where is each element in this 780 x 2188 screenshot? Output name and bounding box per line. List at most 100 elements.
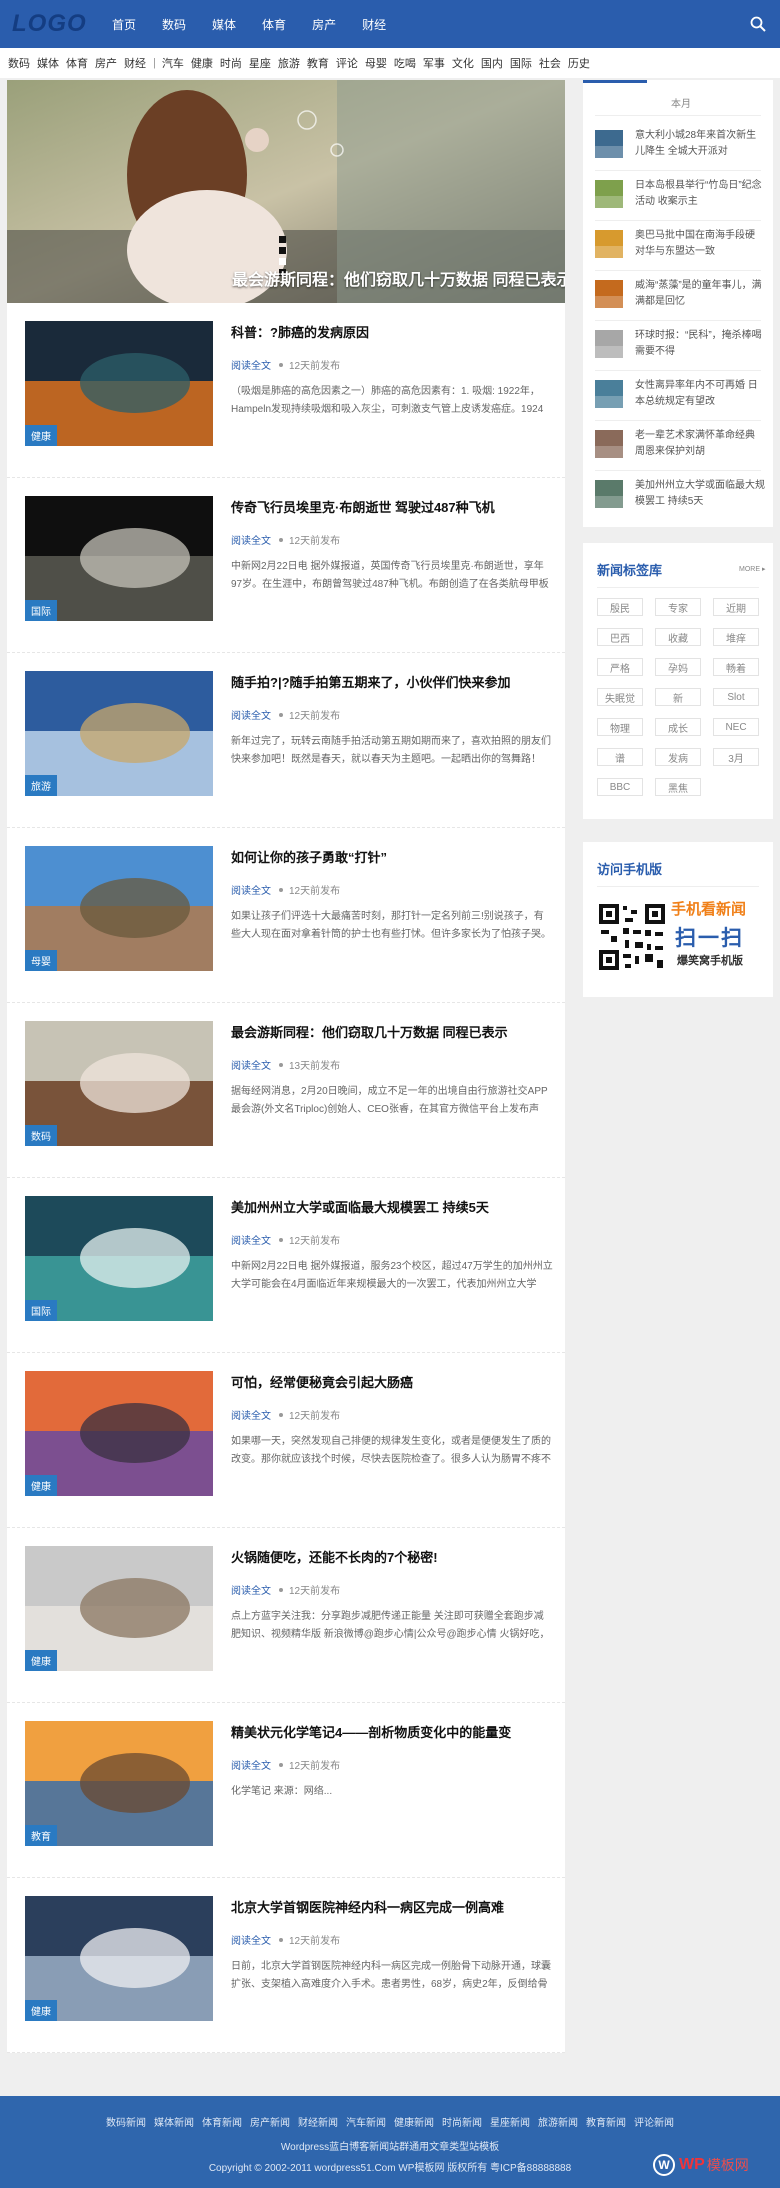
hot-item-title[interactable]: 日本岛根县举行“竹岛日”纪念活动 收案示主 — [635, 178, 765, 210]
hot-list-item[interactable]: 老一辈艺术家满怀革命经典 周恩来保护刘胡 — [595, 428, 765, 470]
subnav-link[interactable]: 汽车 — [162, 55, 184, 71]
more-link[interactable]: MORE ▸ — [739, 565, 765, 573]
tag-chip[interactable]: 谱 — [597, 748, 643, 766]
nav-digital[interactable]: 数码 — [162, 16, 186, 33]
tag-chip[interactable]: 成长 — [655, 718, 701, 736]
subnav-link[interactable]: 国际 — [510, 55, 532, 71]
article-title[interactable]: 最会游斯同程：他们窃取几十万数据 同程已表示 — [231, 1022, 551, 1041]
hot-item-thumbnail[interactable] — [595, 130, 623, 158]
nav-realestate[interactable]: 房产 — [312, 16, 336, 33]
hot-item-thumbnail[interactable] — [595, 280, 623, 308]
tag-chip[interactable]: 专家 — [655, 598, 701, 616]
article-title[interactable]: 随手拍?|?随手拍第五期来了，小伙伴们快来参加 — [231, 672, 551, 691]
article-thumbnail[interactable]: 国际 — [25, 1196, 213, 1321]
article-title[interactable]: 传奇飞行员埃里克·布朗逝世 驾驶过487种飞机 — [231, 497, 551, 516]
nav-media[interactable]: 媒体 — [212, 16, 236, 33]
hot-item-thumbnail[interactable] — [595, 180, 623, 208]
article-thumbnail[interactable]: 母婴 — [25, 846, 213, 971]
footer-link[interactable]: 媒体新闻 — [154, 2114, 194, 2129]
hot-list-item[interactable]: 威海“蒸藻”是的童年事儿，满满都是回忆 — [595, 278, 765, 320]
article-thumbnail[interactable]: 数码 — [25, 1021, 213, 1146]
tab-monthly[interactable]: 本月 — [671, 95, 691, 110]
article-title[interactable]: 可怕，经常便秘竟会引起大肠癌 — [231, 1372, 551, 1391]
read-more-link[interactable]: 阅读全文 — [231, 882, 271, 897]
hot-item-thumbnail[interactable] — [595, 430, 623, 458]
read-more-link[interactable]: 阅读全文 — [231, 1407, 271, 1422]
nav-home[interactable]: 首页 — [112, 16, 136, 33]
article-thumbnail[interactable]: 教育 — [25, 1721, 213, 1846]
nav-sports[interactable]: 体育 — [262, 16, 286, 33]
read-more-link[interactable]: 阅读全文 — [231, 707, 271, 722]
subnav-link[interactable]: 旅游 — [278, 55, 300, 71]
subnav-link[interactable]: 军事 — [423, 55, 445, 71]
read-more-link[interactable]: 阅读全文 — [231, 1057, 271, 1072]
category-badge[interactable]: 旅游 — [25, 775, 57, 796]
search-icon[interactable] — [750, 16, 766, 32]
article-title[interactable]: 如何让你的孩子勇敢“打针” — [231, 847, 551, 866]
tag-chip[interactable]: 新 — [655, 688, 701, 706]
read-more-link[interactable]: 阅读全文 — [231, 1757, 271, 1772]
footer-link[interactable]: 评论新闻 — [634, 2114, 674, 2129]
tag-chip[interactable]: Slot — [713, 688, 759, 706]
read-more-link[interactable]: 阅读全文 — [231, 1932, 271, 1947]
subnav-link[interactable]: 文化 — [452, 55, 474, 71]
hot-item-thumbnail[interactable] — [595, 330, 623, 358]
tag-chip[interactable]: 黑焦 — [655, 778, 701, 796]
tag-chip[interactable]: BBC — [597, 778, 643, 796]
hot-list-item[interactable]: 意大利小城28年来首次新生儿降生 全城大开派对 — [595, 128, 765, 170]
subnav-link[interactable]: 数码 — [8, 55, 30, 71]
hot-list-item[interactable]: 日本岛根县举行“竹岛日”纪念活动 收案示主 — [595, 178, 765, 220]
hot-list-item[interactable]: 美加州州立大学或面临最大规模罢工 持续5天 — [595, 478, 765, 520]
category-badge[interactable]: 健康 — [25, 1650, 57, 1671]
nav-finance[interactable]: 财经 — [362, 16, 386, 33]
tag-chip[interactable]: 物理 — [597, 718, 643, 736]
hot-item-title[interactable]: 意大利小城28年来首次新生儿降生 全城大开派对 — [635, 128, 765, 160]
slider-dot[interactable] — [279, 258, 286, 265]
hot-list-item[interactable]: 环球时报：“民科”，掩杀棒喝需要不得 — [595, 328, 765, 370]
category-badge[interactable]: 国际 — [25, 1300, 57, 1321]
read-more-link[interactable]: 阅读全文 — [231, 532, 271, 547]
subnav-link[interactable]: 母婴 — [365, 55, 387, 71]
hot-item-title[interactable]: 环球时报：“民科”，掩杀棒喝需要不得 — [635, 328, 765, 360]
slider-dot[interactable] — [279, 236, 286, 243]
footer-link[interactable]: 数码新闻 — [106, 2114, 146, 2129]
article-title[interactable]: 科普：?肺癌的发病原因 — [231, 322, 551, 341]
article-thumbnail[interactable]: 健康 — [25, 321, 213, 446]
subnav-link[interactable]: 体育 — [66, 55, 88, 71]
wp-logo[interactable]: W WP 模板网 — [653, 2154, 749, 2176]
subnav-link[interactable]: 历史 — [568, 55, 590, 71]
category-badge[interactable]: 健康 — [25, 425, 57, 446]
article-title[interactable]: 北京大学首钢医院神经内科一病区完成一例高难 — [231, 1897, 551, 1916]
subnav-link[interactable]: 健康 — [191, 55, 213, 71]
hot-item-thumbnail[interactable] — [595, 380, 623, 408]
tag-chip[interactable]: 孕妈 — [655, 658, 701, 676]
subnav-link[interactable]: 星座 — [249, 55, 271, 71]
tag-chip[interactable]: 收藏 — [655, 628, 701, 646]
footer-link[interactable]: 汽车新闻 — [346, 2114, 386, 2129]
article-thumbnail[interactable]: 健康 — [25, 1546, 213, 1671]
subnav-link[interactable]: 房产 — [95, 55, 117, 71]
footer-link[interactable]: 体育新闻 — [202, 2114, 242, 2129]
tag-chip[interactable]: 近期 — [713, 598, 759, 616]
category-badge[interactable]: 数码 — [25, 1125, 57, 1146]
tag-chip[interactable]: 3月 — [713, 748, 759, 766]
read-more-link[interactable]: 阅读全文 — [231, 1232, 271, 1247]
hot-item-title[interactable]: 美加州州立大学或面临最大规模罢工 持续5天 — [635, 478, 765, 510]
article-thumbnail[interactable]: 健康 — [25, 1896, 213, 2021]
subnav-link[interactable]: 教育 — [307, 55, 329, 71]
article-thumbnail[interactable]: 国际 — [25, 496, 213, 621]
footer-link[interactable]: 时尚新闻 — [442, 2114, 482, 2129]
subnav-link[interactable]: 社会 — [539, 55, 561, 71]
subnav-link[interactable]: 国内 — [481, 55, 503, 71]
hot-item-title[interactable]: 老一辈艺术家满怀革命经典 周恩来保护刘胡 — [635, 428, 765, 460]
category-badge[interactable]: 健康 — [25, 2000, 57, 2021]
site-logo[interactable]: LOGO — [12, 10, 86, 37]
tag-chip[interactable]: 巴西 — [597, 628, 643, 646]
tag-chip[interactable]: 发病 — [655, 748, 701, 766]
category-badge[interactable]: 母婴 — [25, 950, 57, 971]
category-badge[interactable]: 教育 — [25, 1825, 57, 1846]
hot-item-title[interactable]: 奥巴马批中国在南海手段硬 对华与东盟达一致 — [635, 228, 765, 260]
hot-item-thumbnail[interactable] — [595, 480, 623, 508]
tag-chip[interactable]: 失眠觉 — [597, 688, 643, 706]
article-thumbnail[interactable]: 健康 — [25, 1371, 213, 1496]
